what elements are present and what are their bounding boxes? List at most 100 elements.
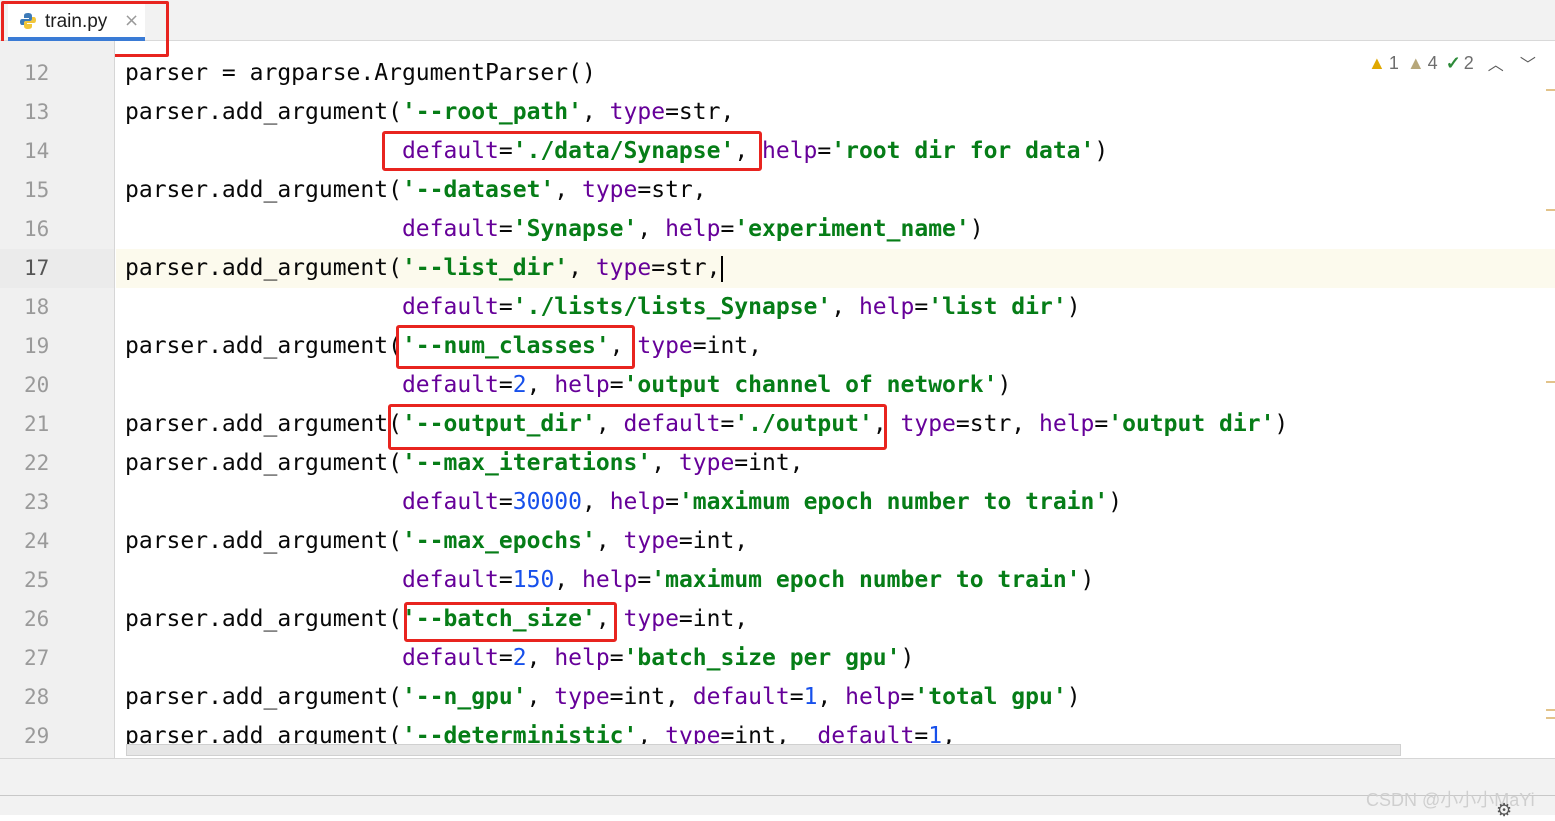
weak-warnings-indicator[interactable]: ▲ 4 (1407, 53, 1438, 74)
stripe-mark[interactable] (1546, 381, 1555, 383)
number-token: 30000 (512, 489, 582, 515)
stripe-mark[interactable] (1546, 709, 1555, 711)
code-token: =str, (955, 411, 1039, 437)
horizontal-scrollbar[interactable] (126, 744, 1401, 756)
string-token: './lists/lists_Synapse' (512, 294, 832, 320)
keyword-token: help (1039, 411, 1095, 437)
errors-count: 1 (1388, 52, 1399, 73)
weak-warning-icon: ▲ (1406, 52, 1425, 73)
string-token: 'output channel of network' (623, 372, 998, 398)
line-number: 14 (24, 139, 50, 163)
keyword-token: type (581, 177, 638, 203)
error-stripe[interactable] (1544, 41, 1555, 758)
code-token: parser.add_argument( (125, 255, 402, 281)
code-line[interactable]: default='Synapse', help='experiment_name… (125, 210, 984, 249)
code-token: = (609, 645, 624, 671)
code-token: = (498, 372, 513, 398)
string-token: '--dataset' (401, 177, 555, 203)
code-token: parser.add_argument( (125, 177, 402, 203)
keyword-token: help (554, 372, 610, 398)
code-token: , (817, 684, 846, 710)
code-line[interactable]: default=2, help='output channel of netwo… (125, 366, 1011, 405)
divider (0, 795, 1555, 796)
line-number: 20 (24, 373, 50, 397)
code-token: parser.add_argument( (125, 450, 402, 476)
code-line[interactable]: parser.add_argument('--root_path', type=… (125, 93, 734, 132)
code-token: , (554, 177, 582, 203)
string-token: 'list dir' (928, 294, 1067, 320)
line-number: 28 (24, 685, 50, 709)
line-number: 18 (24, 295, 50, 319)
code-line[interactable]: default=2, help='batch_size per gpu') (125, 639, 914, 678)
code-token: = (665, 489, 679, 515)
code-line[interactable]: parser.add_argument('--dataset', type=st… (125, 171, 707, 210)
errors-indicator[interactable]: ▲ 1 (1368, 53, 1399, 74)
code-token: = (498, 489, 513, 515)
code-token: ) (1066, 294, 1081, 320)
code-token: parser.add_argument( (125, 606, 402, 632)
code-token: = (720, 216, 735, 242)
keyword-token: type (623, 606, 679, 632)
keyword-token: default (401, 567, 499, 593)
keyword-token: type (623, 528, 679, 554)
line-number: 27 (24, 646, 50, 670)
code-token: , (526, 645, 555, 671)
code-token: , (526, 684, 555, 710)
code-token: =str, (651, 255, 721, 281)
stripe-mark[interactable] (1546, 717, 1555, 719)
string-token: '--max_iterations' (401, 450, 652, 476)
typos-indicator[interactable]: ✓ 2 (1446, 53, 1474, 74)
string-token: 'maximum epoch number to train' (678, 489, 1109, 515)
warning-icon: ▲ (1368, 52, 1386, 73)
code-token: = (498, 216, 513, 242)
inspection-widget[interactable]: ▲ 1 ▲ 4 ✓ 2 ︿ ﹀ (1368, 50, 1546, 76)
code-token: ) (900, 645, 915, 671)
code-token: ) (1108, 489, 1123, 515)
code-token: parser.add_argument( (125, 99, 402, 125)
code-line[interactable]: default=150, help='maximum epoch number … (125, 561, 1094, 600)
string-token: 'batch_size per gpu' (623, 645, 901, 671)
code-line[interactable]: parser.add_argument('--list_dir', type=s… (125, 249, 724, 288)
code-line[interactable]: default=30000, help='maximum epoch numbe… (125, 483, 1122, 522)
line-number: 23 (24, 490, 50, 514)
keyword-token: default (692, 684, 790, 710)
string-token: 'Synapse' (512, 216, 638, 242)
chevron-up-icon[interactable]: ︿ (1488, 51, 1504, 75)
number-token: 2 (512, 372, 527, 398)
code-token: ) (997, 372, 1012, 398)
check-icon: ✓ (1445, 52, 1461, 73)
code-token: parser.add_argument( (125, 411, 402, 437)
keyword-token: default (401, 372, 499, 398)
code-line[interactable]: parser = argparse.ArgumentParser() (125, 54, 596, 93)
stripe-mark[interactable] (1546, 89, 1555, 91)
code-line[interactable]: parser.add_argument('--max_epochs', type… (125, 522, 748, 561)
line-number: 22 (24, 451, 50, 475)
chevron-down-icon[interactable]: ﹀ (1520, 51, 1536, 75)
code-line[interactable]: parser.add_argument('--n_gpu', type=int,… (125, 678, 1081, 717)
text-caret (721, 255, 724, 282)
line-number: 29 (24, 724, 50, 748)
keyword-token: help (845, 684, 901, 710)
code-editor[interactable]: parser = argparse.ArgumentParser() parser… (116, 41, 1555, 758)
code-token: ) (1094, 138, 1109, 164)
annotation-box-output-dir (388, 404, 887, 450)
stripe-mark[interactable] (1546, 209, 1555, 211)
code-token: = (817, 138, 832, 164)
gear-icon[interactable]: ⚙ (1496, 800, 1512, 821)
code-token: ) (1080, 567, 1095, 593)
code-token: , (568, 255, 596, 281)
code-line[interactable]: default='./lists/lists_Synapse', help='l… (125, 288, 1081, 327)
keyword-token: help (665, 216, 721, 242)
string-token: '--root_path' (401, 99, 582, 125)
code-token: =int, (678, 528, 749, 554)
code-token: parser = argparse.ArgumentParser() (125, 60, 596, 86)
code-token: =int, (678, 606, 749, 632)
line-number: 15 (24, 178, 50, 202)
code-token: parser.add_argument( (125, 333, 402, 359)
keyword-token: type (595, 255, 652, 281)
